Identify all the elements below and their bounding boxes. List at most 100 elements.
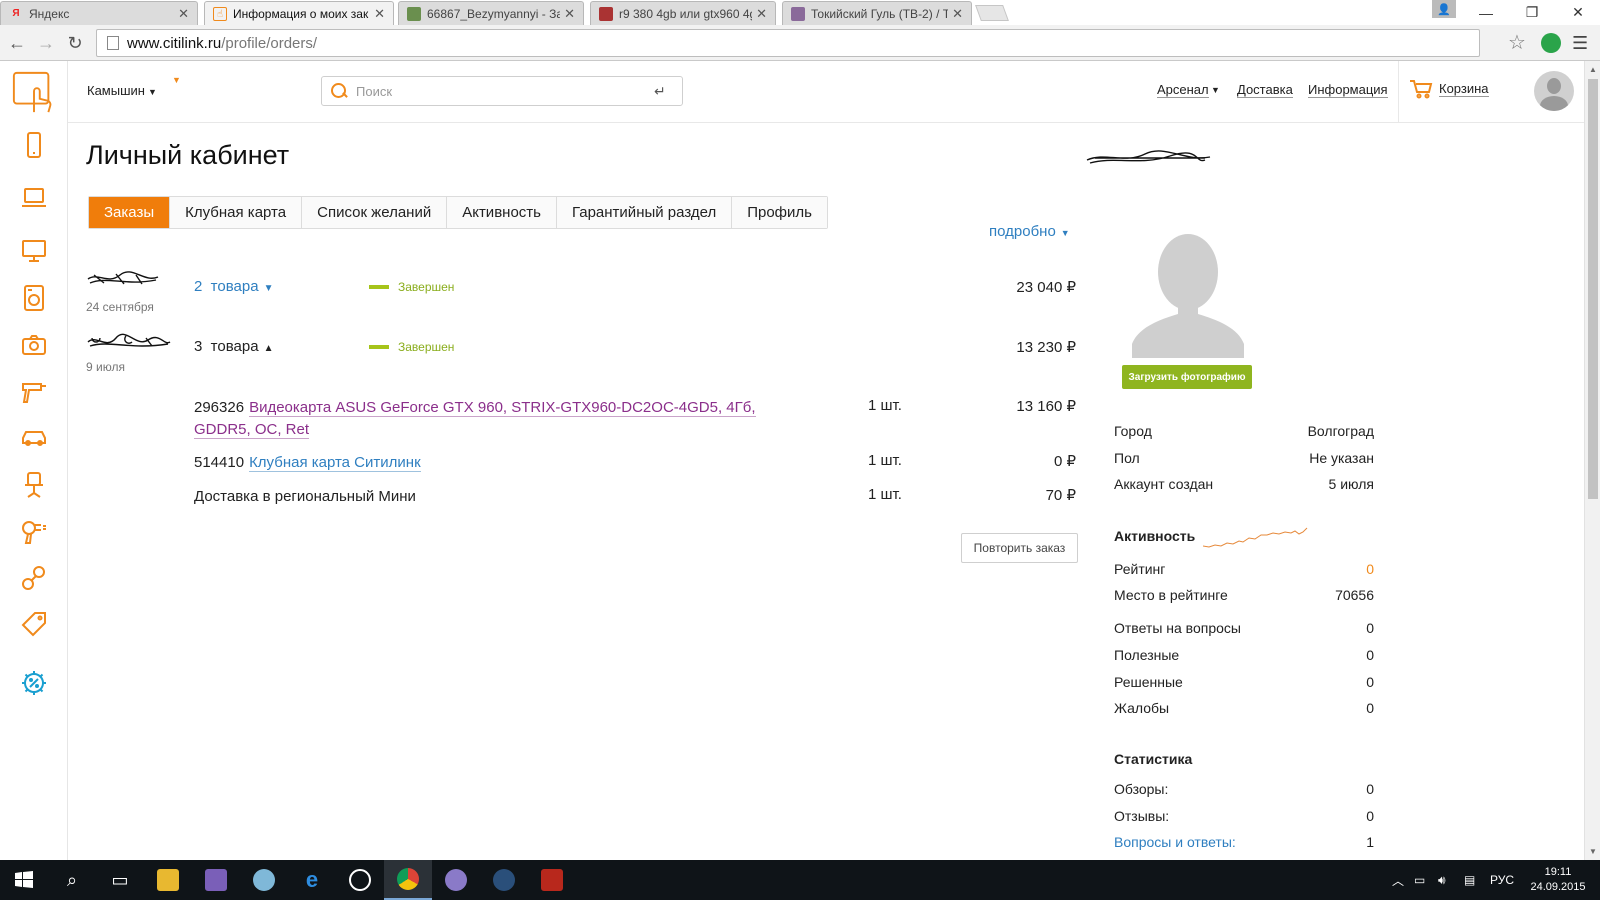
- status-bar: [369, 345, 389, 349]
- item-price: 70 ₽: [1045, 487, 1076, 504]
- browser-tab-image[interactable]: 66867_Bezymyannyi - Зал ✕: [398, 1, 584, 25]
- nav-arsenal[interactable]: Арсенал: [1157, 83, 1209, 98]
- item-link[interactable]: Клубная карта Ситилинк: [249, 454, 421, 472]
- tray-chevron-icon[interactable]: ︿: [1392, 860, 1404, 900]
- drill-icon[interactable]: [18, 375, 50, 407]
- phone-icon[interactable]: [18, 129, 50, 161]
- repeat-order-button[interactable]: Повторить заказ: [961, 533, 1078, 563]
- scrollbar-thumb[interactable]: [1588, 79, 1598, 499]
- activity-row-place: Место в рейтинге 70656: [1114, 587, 1374, 603]
- visual-studio-icon[interactable]: [192, 860, 240, 900]
- price-tag-icon[interactable]: [18, 608, 50, 640]
- camera-icon[interactable]: [18, 329, 50, 361]
- header-divider: [1398, 61, 1399, 123]
- browser-menu-icon[interactable]: ☰: [1572, 33, 1588, 54]
- page-info-icon[interactable]: [107, 36, 119, 50]
- scroll-up-icon[interactable]: ▲: [1589, 65, 1597, 74]
- car-icon[interactable]: [18, 422, 50, 454]
- close-tab-icon[interactable]: ✕: [564, 6, 575, 22]
- steam-icon[interactable]: [480, 860, 528, 900]
- catalog-rail: [0, 61, 68, 860]
- order-sum: 13 230 ₽: [1016, 339, 1076, 356]
- washing-machine-icon[interactable]: [18, 282, 50, 314]
- task-view-icon[interactable]: ▭: [96, 860, 144, 900]
- dota-icon[interactable]: [528, 860, 576, 900]
- url-text: www.citilink.ru/profile/orders/: [127, 35, 317, 52]
- start-button[interactable]: [0, 860, 48, 900]
- user-avatar[interactable]: [1534, 71, 1574, 111]
- close-tab-icon[interactable]: ✕: [952, 6, 963, 22]
- tab-activity[interactable]: Активность: [447, 197, 557, 228]
- office-chair-icon[interactable]: [18, 469, 50, 501]
- hairdryer-icon[interactable]: [18, 516, 50, 548]
- bookmark-star-icon[interactable]: ☆: [1508, 30, 1526, 55]
- pacifier-icon[interactable]: [18, 562, 50, 594]
- taskbar-clock[interactable]: 19:11 24.09.2015: [1530, 865, 1586, 895]
- tab-orders[interactable]: Заказы: [89, 197, 171, 228]
- close-tab-icon[interactable]: ✕: [374, 6, 385, 22]
- torrent-icon[interactable]: [432, 860, 480, 900]
- order-status: Завершен: [369, 280, 454, 294]
- close-window-icon[interactable]: ✕: [1556, 0, 1600, 25]
- tab-profile[interactable]: Профиль: [732, 197, 827, 228]
- anime-icon: [791, 6, 805, 21]
- info-key: Город: [1114, 423, 1152, 439]
- browser-tab-yandex[interactable]: Я Яндекс ✕: [0, 1, 198, 25]
- search-input[interactable]: [356, 83, 654, 99]
- laptop-icon[interactable]: [18, 182, 50, 214]
- back-icon[interactable]: ←: [5, 31, 29, 55]
- order-items-toggle[interactable]: 2 товара ▼: [194, 278, 273, 295]
- discount-gear-icon[interactable]: [18, 667, 50, 699]
- folder-icon: [157, 869, 179, 891]
- notifications-icon[interactable]: ▤: [1464, 860, 1475, 900]
- order-date: 24 сентября: [86, 300, 154, 314]
- tab-wishlist[interactable]: Список желаний: [302, 197, 448, 228]
- tab-warranty[interactable]: Гарантийный раздел: [556, 197, 733, 228]
- nav-information[interactable]: Информация: [1308, 83, 1388, 98]
- volume-icon[interactable]: 🔊︎: [1438, 860, 1446, 900]
- paint-icon[interactable]: [240, 860, 288, 900]
- city-selector[interactable]: Камышин ▼: [87, 83, 157, 98]
- cart-link[interactable]: Корзина: [1409, 79, 1489, 99]
- search-taskbar-icon[interactable]: ⌕: [48, 860, 96, 900]
- chevron-down-icon[interactable]: ▼: [1211, 85, 1220, 95]
- xbox-icon[interactable]: [336, 860, 384, 900]
- minimize-icon[interactable]: —: [1464, 0, 1508, 25]
- restore-icon[interactable]: ❐: [1510, 0, 1554, 25]
- enter-icon[interactable]: ↵: [654, 83, 682, 100]
- browser-tab-search[interactable]: r9 380 4gb или gtx960 4g ✕: [590, 1, 776, 25]
- chrome-icon[interactable]: [384, 860, 432, 900]
- extension-icon[interactable]: [1541, 33, 1561, 53]
- details-toggle[interactable]: подробно ▼: [989, 223, 1070, 240]
- stats-row-feedback: Отзывы: 0: [1114, 808, 1374, 824]
- item-description: 514410 Клубная карта Ситилинк: [194, 452, 804, 474]
- item-description: Доставка в региональный Мини: [194, 488, 416, 505]
- order-items-toggle[interactable]: 3 товара ▲: [194, 338, 273, 355]
- yandex-icon: Я: [12, 8, 20, 19]
- tab-title: 66867_Bezymyannyi - Зал: [427, 6, 561, 21]
- edge-icon[interactable]: e: [288, 860, 336, 900]
- scroll-down-icon[interactable]: ▼: [1589, 847, 1597, 856]
- search-icon[interactable]: [330, 82, 348, 100]
- catalog-hand-icon[interactable]: [10, 69, 58, 117]
- tab-club-card[interactable]: Клубная карта: [170, 197, 303, 228]
- close-tab-icon[interactable]: ✕: [178, 6, 189, 22]
- steam-logo-icon: [493, 869, 515, 891]
- reload-icon[interactable]: ↻: [63, 31, 87, 55]
- address-bar[interactable]: www.citilink.ru/profile/orders/: [96, 29, 1480, 57]
- upload-photo-button[interactable]: Загрузить фотографию: [1122, 365, 1252, 389]
- file-explorer-icon[interactable]: [144, 860, 192, 900]
- browser-profile-icon[interactable]: 👤: [1432, 0, 1456, 18]
- network-icon[interactable]: ▭: [1414, 860, 1425, 900]
- language-indicator[interactable]: РУС: [1490, 860, 1514, 900]
- monitor-icon[interactable]: [18, 235, 50, 267]
- nav-delivery[interactable]: Доставка: [1237, 83, 1293, 98]
- browser-tab-orders[interactable]: ☝ Информация о моих зак ✕: [204, 1, 394, 26]
- new-tab-button[interactable]: [975, 5, 1009, 21]
- vertical-scrollbar[interactable]: ▲ ▼: [1584, 61, 1600, 860]
- item-link[interactable]: Видеокарта ASUS GeForce GTX 960, STRIX-G…: [194, 399, 756, 439]
- browser-tab-anime[interactable]: Токийский Гуль (ТВ-2) / Т ✕: [782, 1, 972, 25]
- close-tab-icon[interactable]: ✕: [756, 6, 767, 22]
- forward-icon[interactable]: →: [34, 31, 58, 55]
- stats-link[interactable]: Вопросы и ответы:: [1114, 834, 1236, 850]
